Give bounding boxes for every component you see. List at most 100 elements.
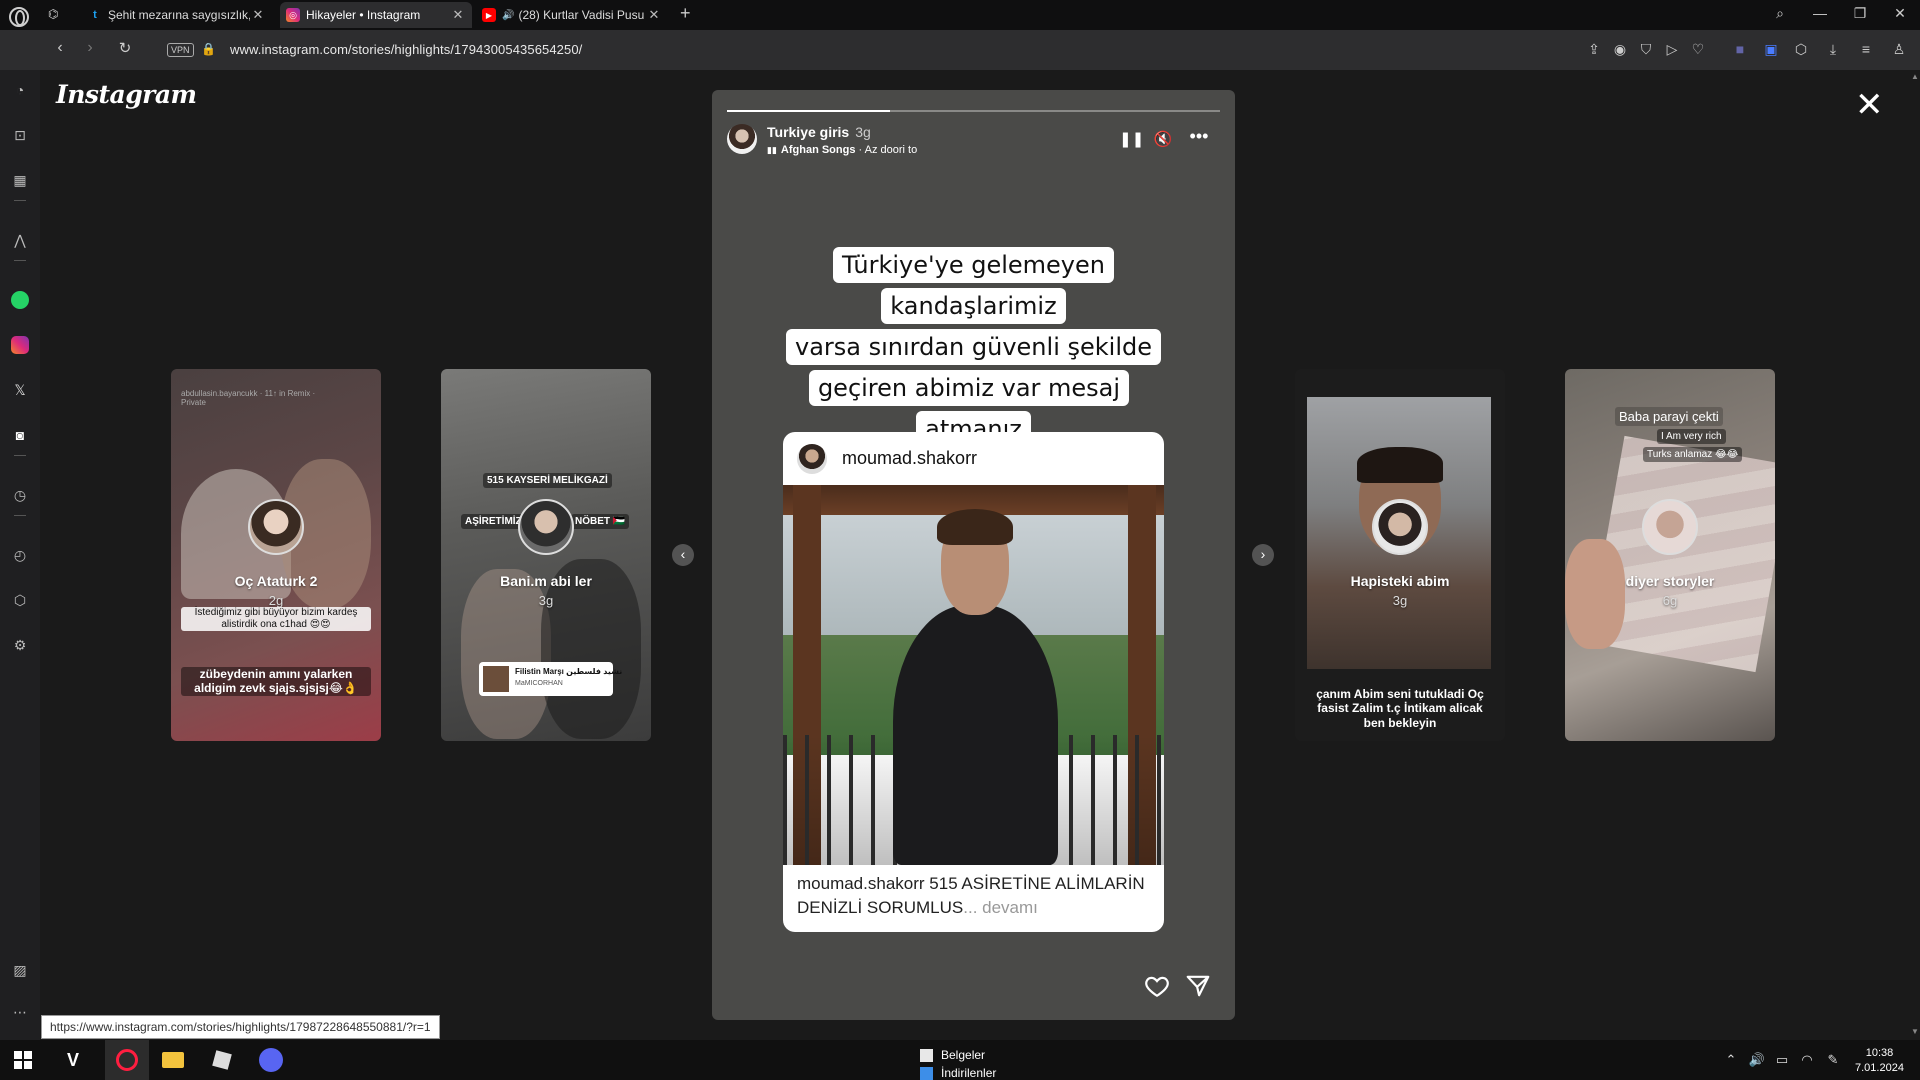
tray-overflow-icon[interactable]: ⌃ bbox=[1722, 1052, 1740, 1068]
system-clock[interactable]: 10:38 7.01.2024 bbox=[1855, 1046, 1904, 1076]
sidebar-divider bbox=[14, 515, 26, 516]
tab-search-icon[interactable]: ⌕ bbox=[1768, 5, 1792, 22]
story-age: 3g bbox=[538, 593, 554, 608]
story-card-diyer-storyler[interactable]: Baba parayi çekti I Am very rich Turks a… bbox=[1565, 369, 1775, 741]
share-button[interactable] bbox=[1185, 973, 1211, 999]
wifi-icon[interactable]: ◠ bbox=[1798, 1052, 1816, 1068]
story-owner-username[interactable]: Turkiye giris 3g bbox=[767, 124, 871, 140]
scroll-down-icon[interactable]: ▼ bbox=[1911, 1027, 1919, 1036]
scroll-up-icon[interactable]: ▲ bbox=[1911, 72, 1919, 81]
restore-button[interactable]: ❐ bbox=[1848, 5, 1872, 22]
story-owner-name: Hapisteki abim bbox=[1350, 573, 1450, 589]
tab-bar: ⌬ t Şehit mezarına saygısızlık, t ✕ ◎ Hi… bbox=[0, 0, 1920, 30]
extensions-icon[interactable]: ⬡ bbox=[10, 590, 30, 610]
settings-icon[interactable]: ⚙ bbox=[10, 635, 30, 655]
lock-icon[interactable]: 🔒 bbox=[201, 42, 216, 56]
post-author-username[interactable]: moumad.shakorr bbox=[842, 448, 977, 469]
story-card-oc-ataturk[interactable]: abdullasin.bayancukk · 11↑ in Remix · Pr… bbox=[171, 369, 381, 741]
url-field[interactable]: www.instagram.com/stories/highlights/179… bbox=[230, 42, 582, 57]
volume-icon[interactable]: 🔊 bbox=[1748, 1052, 1766, 1068]
mute-button[interactable]: 🔇 bbox=[1152, 130, 1174, 148]
story-options-button[interactable]: ••• bbox=[1188, 126, 1210, 147]
pause-button[interactable]: ❚❚ bbox=[1119, 130, 1144, 148]
vpn-badge[interactable]: VPN bbox=[167, 43, 194, 57]
post-image-person-hair bbox=[937, 509, 1013, 545]
extension-teams-icon[interactable]: ■ bbox=[1731, 41, 1749, 59]
folder-downloads[interactable]: İndirilenler bbox=[920, 1066, 996, 1080]
share-icon[interactable]: ⇪ bbox=[1585, 41, 1603, 59]
history-icon[interactable]: ◴ bbox=[10, 545, 30, 565]
workspaces-icon[interactable]: ⌬ bbox=[48, 7, 64, 21]
avatar bbox=[518, 499, 574, 555]
instagram-icon[interactable] bbox=[10, 335, 30, 355]
post-author-avatar[interactable] bbox=[797, 443, 827, 474]
active-story[interactable]: Turkiye giris 3g ▮▮ Afghan Songs · Az door… bbox=[712, 90, 1235, 1020]
story-music[interactable]: ▮▮ Afghan Songs · Az doori to bbox=[767, 144, 917, 156]
roblox-icon[interactable] bbox=[209, 1048, 235, 1072]
story-owner-avatar[interactable] bbox=[727, 124, 757, 154]
extension-translate-icon[interactable]: ▣ bbox=[1762, 41, 1780, 59]
x-twitter-icon[interactable]: 𝕏 bbox=[10, 380, 30, 400]
pen-icon[interactable]: ✎ bbox=[1824, 1052, 1842, 1068]
discord-taskbar-icon[interactable] bbox=[258, 1048, 284, 1072]
caption-line: Türkiye'ye gelemeyen kandaşlarimiz bbox=[833, 247, 1114, 324]
forward-button[interactable]: › bbox=[80, 39, 100, 57]
windows-start-icon[interactable] bbox=[10, 1048, 36, 1072]
aria-icon[interactable]: ⋀ bbox=[10, 230, 30, 250]
story-card-hapisteki-abim[interactable]: Hapisteki abim 3g çanım Abim seni tutukl… bbox=[1295, 369, 1505, 741]
story-age: 6g bbox=[1662, 593, 1678, 608]
download-icon[interactable]: ⤓ bbox=[1824, 41, 1842, 59]
tab-title: Şehit mezarına saygısızlık, t bbox=[108, 8, 250, 22]
avatar bbox=[248, 499, 304, 555]
file-explorer-icon[interactable] bbox=[160, 1048, 186, 1072]
minimize-button[interactable]: — bbox=[1808, 5, 1832, 21]
wallpaper-icon[interactable]: ▨ bbox=[10, 960, 30, 980]
address-bar: ‹ › ↻ VPN 🔒 www.instagram.com/stories/hi… bbox=[0, 30, 1920, 70]
back-button[interactable]: ‹ bbox=[50, 39, 70, 57]
page-scrollbar[interactable]: ▲ ▼ bbox=[1910, 70, 1920, 1040]
easy-setup-icon[interactable]: ≡ bbox=[1857, 41, 1875, 59]
folder-documents[interactable]: Belgeler bbox=[920, 1048, 985, 1062]
tab-close-icon[interactable]: ✕ bbox=[450, 7, 466, 23]
post-image[interactable] bbox=[783, 485, 1164, 865]
discord-icon[interactable]: ◙ bbox=[10, 425, 30, 445]
music-artist: Afghan Songs bbox=[780, 144, 856, 156]
tab-close-icon[interactable]: ✕ bbox=[250, 7, 266, 23]
reload-button[interactable]: ↻ bbox=[115, 39, 135, 57]
my-flow-icon[interactable]: ⊡ bbox=[10, 125, 30, 145]
music-cover bbox=[483, 666, 509, 692]
opera-menu-icon[interactable] bbox=[9, 7, 29, 27]
battery-icon[interactable]: ▭ bbox=[1773, 1052, 1791, 1068]
tab-instagram[interactable]: ◎ Hikayeler • Instagram ✕ bbox=[280, 2, 472, 28]
close-stories-button[interactable]: ✕ bbox=[1855, 88, 1884, 122]
pinboard-icon[interactable]: ▦ bbox=[10, 170, 30, 190]
audio-icon[interactable]: 🔊 bbox=[502, 10, 514, 21]
tab-twitter[interactable]: t Şehit mezarına saygısızlık, t ✕ bbox=[82, 2, 272, 28]
new-tab-button[interactable]: + bbox=[680, 3, 691, 24]
shield-icon[interactable]: ⛉ bbox=[1637, 41, 1655, 59]
shared-post-card[interactable]: moumad.shakorr moumad.shakorr 515 ASİRET… bbox=[783, 432, 1164, 932]
send-icon[interactable]: ▷ bbox=[1663, 41, 1681, 59]
heart-icon[interactable]: ♡ bbox=[1689, 41, 1707, 59]
post-caption-more[interactable]: ... devamı bbox=[963, 898, 1038, 917]
camera-icon[interactable]: ◉ bbox=[1611, 41, 1629, 59]
opera-gx-icon[interactable] bbox=[114, 1048, 140, 1072]
post-caption-user[interactable]: moumad.shakorr bbox=[797, 874, 925, 893]
player-icon[interactable]: ◷ bbox=[10, 485, 30, 505]
whatsapp-icon[interactable] bbox=[10, 290, 30, 310]
tab-close-icon[interactable]: ✕ bbox=[646, 7, 662, 23]
profile-icon[interactable]: ♙ bbox=[1890, 41, 1908, 59]
instagram-logo[interactable]: Instagram bbox=[56, 80, 197, 109]
like-button[interactable] bbox=[1144, 973, 1170, 999]
speed-dial-icon[interactable]: ◔ bbox=[10, 80, 30, 100]
valorant-icon[interactable]: V bbox=[60, 1048, 86, 1072]
story-card-banim-abiler[interactable]: 515 KAYSERİ MELİKGAZİ AŞİRETİMİZ NÖBET 🇵… bbox=[441, 369, 651, 741]
close-window-button[interactable]: ✕ bbox=[1888, 5, 1912, 22]
previous-story-button[interactable]: ‹ bbox=[672, 544, 694, 566]
next-story-button[interactable]: › bbox=[1252, 544, 1274, 566]
more-icon[interactable]: ⋯ bbox=[10, 1002, 30, 1022]
extension-cube-icon[interactable]: ⬡ bbox=[1792, 41, 1810, 59]
story-time: 3g bbox=[855, 124, 871, 140]
tab-youtube[interactable]: ▶ 🔊 (28) Kurtlar Vadisi Pusu ✕ bbox=[476, 2, 668, 28]
story-username-text[interactable]: Turkiye giris bbox=[767, 124, 849, 140]
